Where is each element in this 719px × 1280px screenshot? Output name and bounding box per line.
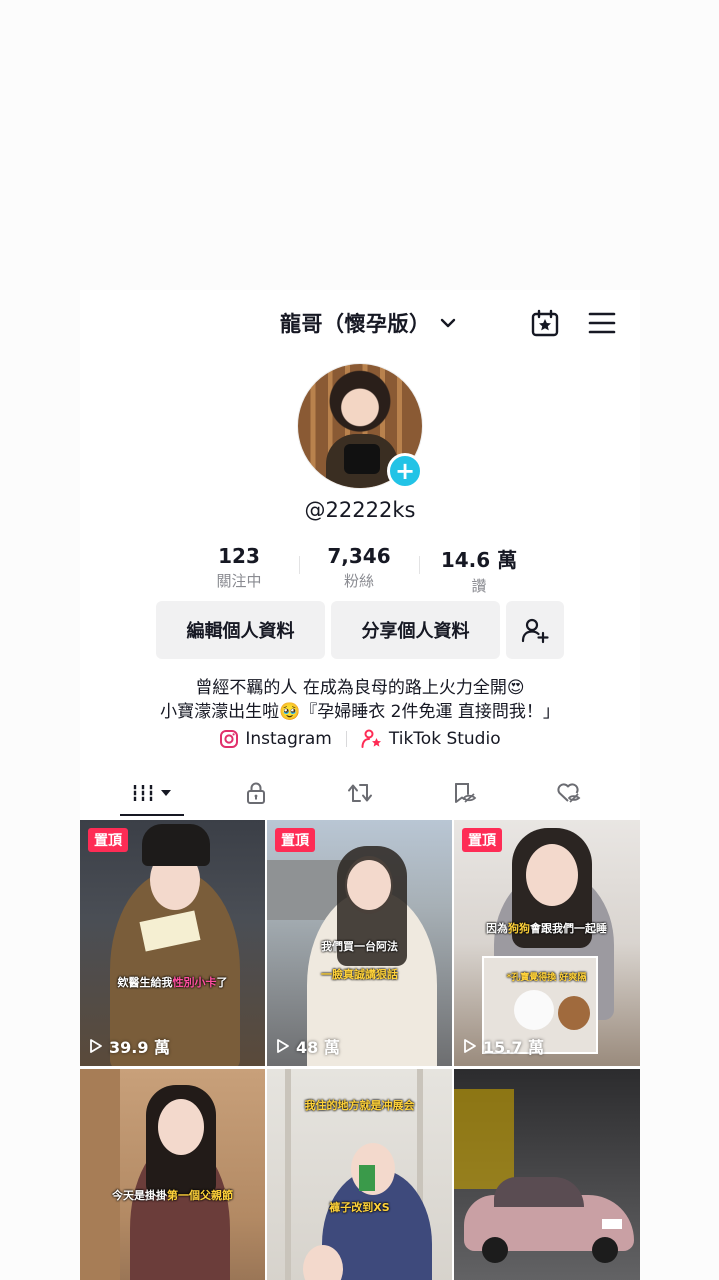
view-count: 48 萬 bbox=[275, 1034, 340, 1058]
edit-profile-button[interactable]: 編輯個人資料 bbox=[156, 601, 325, 659]
bio-line-2: 小寶濛濛出生啦🥹『孕婦睡衣 2件免運 直接問我！」 bbox=[160, 702, 560, 722]
video-thumbnail bbox=[514, 990, 554, 1030]
video-thumbnail bbox=[142, 824, 210, 866]
add-user-icon bbox=[521, 618, 549, 644]
pinned-badge: 置頂 bbox=[462, 828, 502, 852]
top-bar: 龍哥（懷孕版） bbox=[80, 290, 640, 354]
profile-links: Instagram TikTok Studio bbox=[80, 728, 640, 750]
stat-followers[interactable]: 7,346 粉絲 bbox=[299, 544, 419, 591]
bookmark-eye-icon bbox=[455, 783, 477, 803]
caption-highlight: 第一個父親節 bbox=[167, 1189, 233, 1202]
creator-star-icon bbox=[361, 729, 381, 748]
username-title: 龍哥（懷孕版） bbox=[280, 312, 431, 336]
video-caption-bottom: 一臉真誠講狠話 bbox=[321, 968, 398, 981]
caption-highlight: 性別小卡 bbox=[172, 976, 217, 989]
heart-eye-icon bbox=[557, 783, 581, 803]
content-tabs bbox=[80, 770, 640, 820]
video-tile[interactable]: 置頂 我們買一台阿法 一臉真誠講狠話 48 萬 bbox=[267, 820, 452, 1066]
caption-text: 會跟我們一起睡 bbox=[530, 922, 607, 935]
add-story-button[interactable]: + bbox=[387, 453, 423, 489]
account-switcher[interactable]: 龍哥（懷孕版） bbox=[280, 308, 457, 338]
tab-videos[interactable] bbox=[96, 770, 208, 816]
video-tile[interactable]: 置頂 欸醫生給我性別小卡了 39.9 萬 bbox=[80, 820, 265, 1066]
video-caption-bottom: 褲子改到XS bbox=[329, 1201, 390, 1214]
instagram-label: Instagram bbox=[245, 729, 332, 749]
profile-handle: @22222ks bbox=[304, 498, 416, 522]
stat-value: 123 bbox=[218, 544, 260, 568]
caption-text: 因為 bbox=[486, 922, 508, 935]
share-profile-button[interactable]: 分享個人資料 bbox=[331, 601, 500, 659]
caption-text: 欸醫生給我 bbox=[117, 976, 173, 989]
video-thumbnail bbox=[526, 844, 578, 906]
video-caption: 今天是掛掛第一個父親節 bbox=[80, 1187, 265, 1203]
stat-label: 關注中 bbox=[216, 572, 262, 590]
video-thumbnail bbox=[158, 1099, 204, 1155]
tiktok-studio-link[interactable]: TikTok Studio bbox=[361, 728, 501, 750]
divider bbox=[345, 731, 347, 747]
play-icon bbox=[464, 1039, 476, 1053]
lock-icon bbox=[247, 782, 265, 804]
add-friend-button[interactable] bbox=[506, 601, 564, 659]
caption-highlight: 狗狗 bbox=[508, 922, 530, 935]
video-thumbnail bbox=[347, 860, 391, 910]
video-thumbnail bbox=[602, 1219, 622, 1229]
view-count: 15.7 萬 bbox=[462, 1034, 544, 1058]
tab-private[interactable] bbox=[200, 770, 312, 816]
repost-icon bbox=[348, 784, 372, 802]
view-count-value: 39.9 萬 bbox=[109, 1038, 171, 1057]
play-icon bbox=[90, 1039, 102, 1053]
view-count: 39.9 萬 bbox=[88, 1034, 170, 1058]
tab-saved[interactable] bbox=[408, 770, 520, 816]
pinned-badge: 置頂 bbox=[275, 828, 315, 852]
video-tile[interactable]: 置頂 因為狗狗會跟我們一起睡 *孔寶覺得換 好爽隔 15.7 萬 bbox=[454, 820, 640, 1066]
instagram-icon bbox=[220, 730, 239, 748]
stat-label: 粉絲 bbox=[343, 572, 374, 590]
video-tile[interactable]: 今天是掛掛第一個父親節 bbox=[80, 1069, 265, 1280]
video-tile[interactable] bbox=[454, 1069, 640, 1280]
bio-line-1: 曾經不羈的人 在成為良母的路上火力全開😍 bbox=[195, 678, 525, 698]
video-caption: 欸醫生給我性別小卡了 bbox=[80, 974, 265, 990]
tiktok-studio-label: TikTok Studio bbox=[388, 729, 501, 749]
plus-icon: + bbox=[394, 457, 416, 485]
video-thumbnail bbox=[80, 1069, 120, 1280]
view-count-value: 15.7 萬 bbox=[483, 1038, 545, 1057]
video-caption-top: 我們買一台阿法 bbox=[321, 940, 398, 953]
video-thumbnail bbox=[592, 1237, 618, 1263]
video-caption-small: *孔寶覺得換 好爽隔 bbox=[506, 973, 587, 983]
chevron-down-icon bbox=[440, 318, 455, 328]
active-tab-indicator bbox=[120, 814, 184, 816]
menu-icon[interactable] bbox=[588, 310, 616, 336]
stat-label: 讚 bbox=[471, 577, 487, 595]
tab-liked[interactable] bbox=[512, 770, 624, 816]
caret-down-icon bbox=[161, 790, 171, 796]
pinned-badge: 置頂 bbox=[88, 828, 128, 852]
caption-text: 了 bbox=[216, 976, 228, 989]
profile-screen: 龍哥（懷孕版） + @22222ks 123 關注中 7,346 粉絲 14.6… bbox=[80, 290, 640, 1280]
avatar-figure-top bbox=[344, 444, 380, 474]
stat-likes[interactable]: 14.6 萬 讚 bbox=[419, 544, 539, 596]
grid-columns-icon bbox=[132, 785, 154, 801]
video-thumbnail bbox=[359, 1165, 375, 1191]
video-tile[interactable]: 我住的地方就是冲展会 褲子改到XS bbox=[267, 1069, 452, 1280]
instagram-link[interactable]: Instagram bbox=[219, 729, 332, 749]
caption-text: 今天是掛掛 bbox=[112, 1189, 167, 1202]
stat-following[interactable]: 123 關注中 bbox=[179, 544, 299, 591]
play-icon bbox=[277, 1039, 289, 1053]
stat-value: 14.6 萬 bbox=[440, 548, 518, 572]
stat-value: 7,346 bbox=[327, 544, 391, 568]
view-count-value: 48 萬 bbox=[296, 1038, 340, 1057]
video-thumbnail bbox=[482, 1237, 508, 1263]
video-thumbnail bbox=[454, 1089, 514, 1189]
video-thumbnail bbox=[494, 1177, 584, 1207]
video-caption: 因為狗狗會跟我們一起睡 bbox=[454, 920, 639, 936]
video-thumbnail bbox=[558, 996, 590, 1030]
video-caption-top: 我住的地方就是冲展会 bbox=[304, 1099, 415, 1112]
tab-reposts[interactable] bbox=[304, 770, 416, 816]
calendar-star-icon[interactable] bbox=[530, 308, 560, 338]
